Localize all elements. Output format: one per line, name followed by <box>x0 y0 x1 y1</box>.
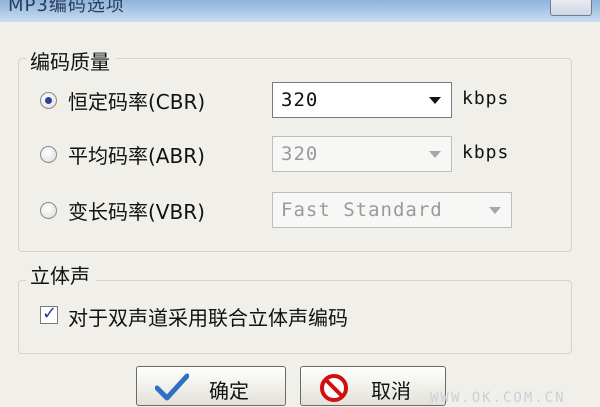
window-title-bar: MP3编码选项 <box>0 0 600 22</box>
cbr-radio-button[interactable] <box>40 92 57 109</box>
dialog-client-area: 编码质量 恒定码率(CBR) 320 kbps 平均码率(ABR) 320 kb… <box>0 22 600 406</box>
vbr-radio-button[interactable] <box>40 202 57 219</box>
encoding-quality-legend: 编码质量 <box>26 46 116 75</box>
abr-bitrate-select[interactable]: 320 <box>272 136 452 172</box>
window-title: MP3编码选项 <box>8 0 125 16</box>
joint-stereo-row: ✓ 对于双声道采用联合立体声编码 <box>0 300 600 334</box>
cbr-row: 恒定码率(CBR) 320 kbps <box>0 82 600 118</box>
checkmark-icon: ✓ <box>42 303 58 324</box>
abr-label: 平均码率(ABR) <box>68 144 205 168</box>
stereo-legend: 立体声 <box>26 260 96 289</box>
abr-unit: kbps <box>462 142 510 163</box>
chevron-down-icon <box>429 97 441 104</box>
green-checkmark-icon <box>154 373 190 407</box>
no-entry-icon <box>319 373 349 407</box>
ok-button[interactable]: 确定 <box>136 366 286 406</box>
vbr-label: 变长码率(VBR) <box>68 200 205 224</box>
close-button[interactable] <box>550 0 592 16</box>
cbr-bitrate-select[interactable]: 320 <box>272 82 452 118</box>
vbr-mode-select[interactable]: Fast Standard <box>272 192 512 228</box>
abr-bitrate-value: 320 <box>281 143 319 165</box>
abr-radio-button[interactable] <box>40 146 57 163</box>
vbr-mode-value: Fast Standard <box>281 199 443 221</box>
vbr-row: 变长码率(VBR) Fast Standard <box>0 192 600 228</box>
cbr-unit: kbps <box>462 88 510 109</box>
chevron-down-icon <box>489 207 501 214</box>
cbr-label: 恒定码率(CBR) <box>68 90 206 114</box>
cbr-bitrate-value: 320 <box>281 89 319 111</box>
cancel-button[interactable]: 取消 <box>300 366 446 406</box>
joint-stereo-label: 对于双声道采用联合立体声编码 <box>68 306 348 330</box>
watermark-text: WWW.OK.COM.CN <box>430 390 566 406</box>
abr-row: 平均码率(ABR) 320 kbps <box>0 136 600 172</box>
chevron-down-icon <box>429 151 441 158</box>
joint-stereo-checkbox[interactable]: ✓ <box>40 303 58 324</box>
